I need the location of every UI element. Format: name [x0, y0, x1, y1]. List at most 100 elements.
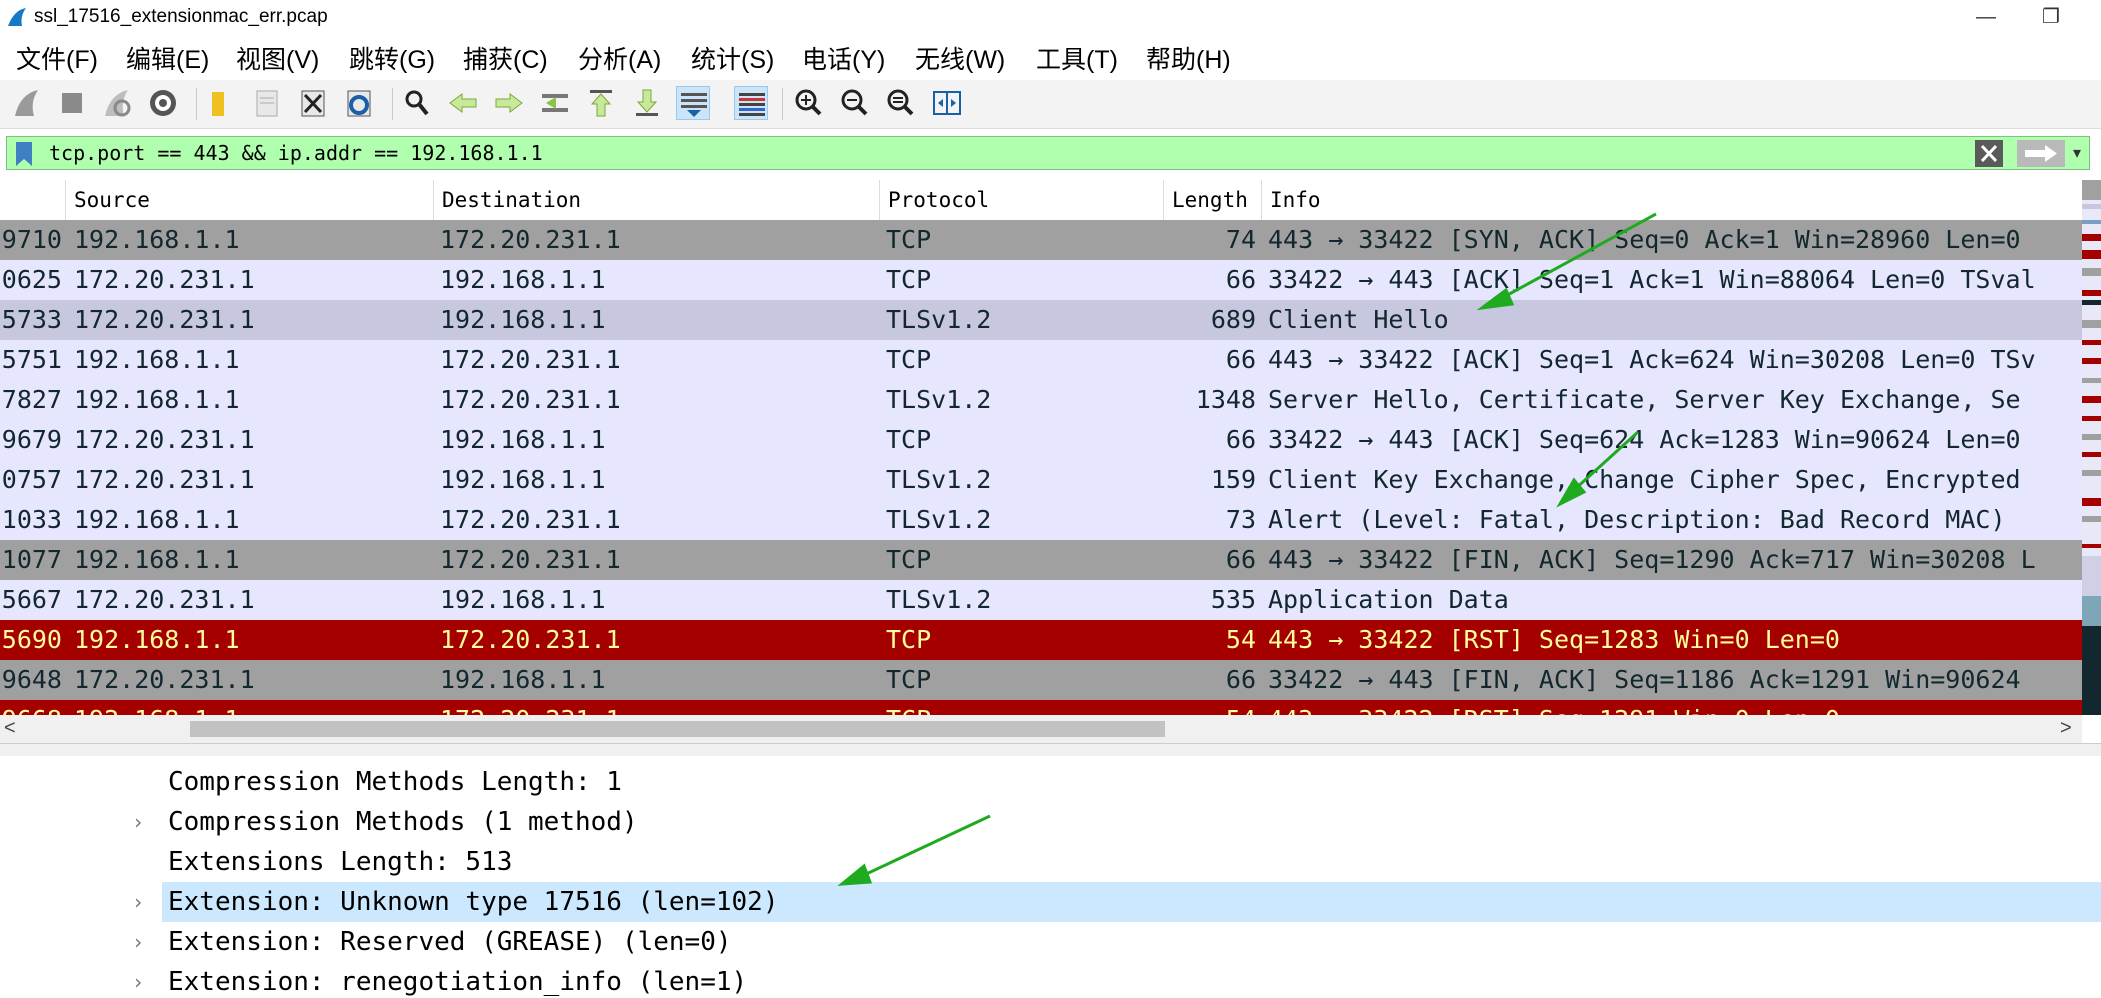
detail-text: Compression Methods (1 method) — [168, 807, 638, 837]
shark-fin-start-icon[interactable] — [10, 86, 44, 120]
minimize-button[interactable]: — — [1966, 4, 2006, 30]
packet-protocol: TCP — [886, 345, 932, 374]
go-to-packet-icon[interactable] — [538, 86, 572, 120]
menu-tools[interactable]: 工具(T) — [1036, 40, 1118, 76]
menu-statistics[interactable]: 统计(S) — [691, 40, 774, 76]
pane-splitter[interactable] — [0, 743, 2101, 757]
main-toolbar — [0, 80, 2101, 129]
packet-minimap[interactable] — [2082, 180, 2101, 715]
packet-row[interactable]: 5667 172.20.231.1 192.168.1.1 TLSv1.2 535 App… — [0, 580, 2082, 620]
packet-row[interactable]: 0757 172.20.231.1 192.168.1.1 TLSv1.2 159 Cli… — [0, 460, 2082, 500]
title-bar: ssl_17516_extensionmac_err.pcap — ❐ — [0, 0, 2101, 34]
display-filter-input[interactable] — [49, 137, 1969, 169]
expand-chevron-icon[interactable]: › — [132, 802, 144, 842]
capture-options-icon[interactable] — [146, 86, 180, 120]
column-header-length[interactable]: Length — [1164, 180, 1262, 220]
detail-row[interactable]: › Extension: renegotiation_info (len=1) — [0, 962, 2101, 998]
restore-button[interactable]: ❐ — [2031, 4, 2071, 30]
detail-row[interactable]: Compression Methods Length: 1 — [0, 762, 2101, 802]
packet-row[interactable]: 5733 172.20.231.1 192.168.1.1 TLSv1.2 689 Cli… — [0, 300, 2082, 340]
packet-source: 172.20.231.1 — [74, 305, 255, 334]
filter-dropdown-icon[interactable]: ▾ — [2073, 143, 2089, 163]
display-filter-box: ▾ — [6, 136, 2090, 170]
packet-length: 66 — [1225, 345, 1256, 374]
packet-row[interactable]: 1033 192.168.1.1 172.20.231.1 TLSv1.2 73 Aler… — [0, 500, 2082, 540]
detail-row[interactable]: › Compression Methods (1 method) — [0, 802, 2101, 842]
packet-length: 1348 — [1195, 385, 1256, 414]
packet-row[interactable]: 7827 192.168.1.1 172.20.231.1 TLSv1.2 1348 Se… — [0, 380, 2082, 420]
go-back-icon[interactable] — [446, 86, 480, 120]
packet-source: 172.20.231.1 — [74, 465, 255, 494]
expand-chevron-icon[interactable]: › — [132, 962, 144, 998]
column-header-protocol[interactable]: Protocol — [880, 180, 1164, 220]
scroll-left-icon[interactable]: < — [4, 717, 16, 740]
packet-number: 9648 — [1, 665, 62, 694]
menu-edit[interactable]: 编辑(E) — [126, 40, 209, 76]
packet-info: 443 → 33422 [SYN, ACK] Seq=0 Ack=1 Win=2… — [1268, 225, 2021, 254]
resize-columns-icon[interactable] — [930, 86, 964, 120]
column-header-info[interactable]: Info — [1262, 180, 2082, 220]
reload-file-icon[interactable] — [342, 86, 376, 120]
packet-row[interactable]: 9668 192.168.1.1 172.20.231.1 TCP 54 443 → 33… — [0, 700, 2082, 715]
detail-text: Extension: renegotiation_info (len=1) — [168, 967, 748, 997]
packet-number: 9679 — [1, 425, 62, 454]
packet-number: 0625 — [1, 265, 62, 294]
packet-row[interactable]: 0625 172.20.231.1 192.168.1.1 TCP 66 33422 → … — [0, 260, 2082, 300]
apply-filter-icon[interactable] — [2017, 140, 2065, 167]
detail-row[interactable]: › Extension: Reserved (GREASE) (len=0) — [0, 922, 2101, 962]
packet-row[interactable]: 5751 192.168.1.1 172.20.231.1 TCP 66 443 → 33… — [0, 340, 2082, 380]
packet-list-hscrollbar[interactable]: < > — [0, 715, 2082, 743]
stop-capture-icon[interactable] — [55, 86, 89, 120]
packet-row[interactable]: 9648 172.20.231.1 192.168.1.1 TCP 66 33422 → … — [0, 660, 2082, 700]
auto-scroll-icon[interactable] — [676, 86, 710, 120]
detail-row[interactable]: Extensions Length: 513 — [0, 842, 2101, 882]
menu-telephony[interactable]: 电话(Y) — [802, 40, 885, 76]
packet-number: 1033 — [1, 505, 62, 534]
column-header-no[interactable] — [0, 180, 66, 220]
expand-chevron-icon[interactable]: › — [132, 882, 144, 922]
last-packet-icon[interactable] — [630, 86, 664, 120]
packet-row[interactable]: 5690 192.168.1.1 172.20.231.1 TCP 54 443 → 33… — [0, 620, 2082, 660]
menu-wireless[interactable]: 无线(W) — [915, 40, 1005, 76]
menu-go[interactable]: 跳转(G) — [349, 40, 435, 76]
find-packet-icon[interactable] — [400, 86, 434, 120]
packet-protocol: TCP — [886, 265, 932, 294]
zoom-in-icon[interactable] — [792, 86, 826, 120]
packet-row[interactable]: 9679 172.20.231.1 192.168.1.1 TCP 66 33422 → … — [0, 420, 2082, 460]
menu-capture[interactable]: 捕获(C) — [463, 40, 548, 76]
packet-row[interactable]: 9710 192.168.1.1 172.20.231.1 TCP 74 443 → 33… — [0, 220, 2082, 260]
detail-text: Extension: Reserved (GREASE) (len=0) — [168, 927, 732, 957]
packet-info: 33422 → 443 [ACK] Seq=1 Ack=1 Win=88064 … — [1268, 265, 2036, 294]
packet-protocol: TCP — [886, 665, 932, 694]
colorize-icon[interactable] — [734, 86, 768, 120]
hscroll-thumb[interactable] — [190, 721, 1165, 737]
column-header-source[interactable]: Source — [66, 180, 434, 220]
scroll-right-icon[interactable]: > — [2060, 717, 2072, 740]
expand-chevron-icon[interactable]: › — [132, 922, 144, 962]
packet-number: 1077 — [1, 545, 62, 574]
packet-info: 443 → 33422 [RST] Seq=1283 Win=0 Len=0 — [1268, 625, 1840, 654]
menu-file[interactable]: 文件(F) — [16, 40, 98, 76]
column-header-destination[interactable]: Destination — [434, 180, 880, 220]
detail-row[interactable]: › Extension: Unknown type 17516 (len=102) — [132, 882, 2101, 922]
bookmark-icon[interactable] — [13, 141, 35, 167]
clear-filter-icon[interactable] — [1975, 140, 2003, 167]
close-file-icon[interactable] — [296, 86, 330, 120]
zoom-out-icon[interactable] — [838, 86, 872, 120]
restart-capture-icon[interactable] — [100, 86, 134, 120]
packet-length: 66 — [1225, 425, 1256, 454]
menu-help[interactable]: 帮助(H) — [1146, 40, 1231, 76]
open-file-icon[interactable] — [204, 86, 238, 120]
first-packet-icon[interactable] — [584, 86, 618, 120]
go-forward-icon[interactable] — [492, 86, 526, 120]
menu-view[interactable]: 视图(V) — [236, 40, 319, 76]
packet-length: 54 — [1225, 625, 1256, 654]
packet-source: 192.168.1.1 — [74, 225, 240, 254]
packet-length: 73 — [1225, 505, 1256, 534]
normal-size-icon[interactable] — [884, 86, 918, 120]
packet-list-header: Source Destination Protocol Length Info — [0, 180, 2082, 221]
save-file-icon[interactable] — [250, 86, 284, 120]
packet-row[interactable]: 1077 192.168.1.1 172.20.231.1 TCP 66 443 → 33… — [0, 540, 2082, 580]
packet-destination: 172.20.231.1 — [440, 700, 870, 715]
menu-analyze[interactable]: 分析(A) — [578, 40, 661, 76]
